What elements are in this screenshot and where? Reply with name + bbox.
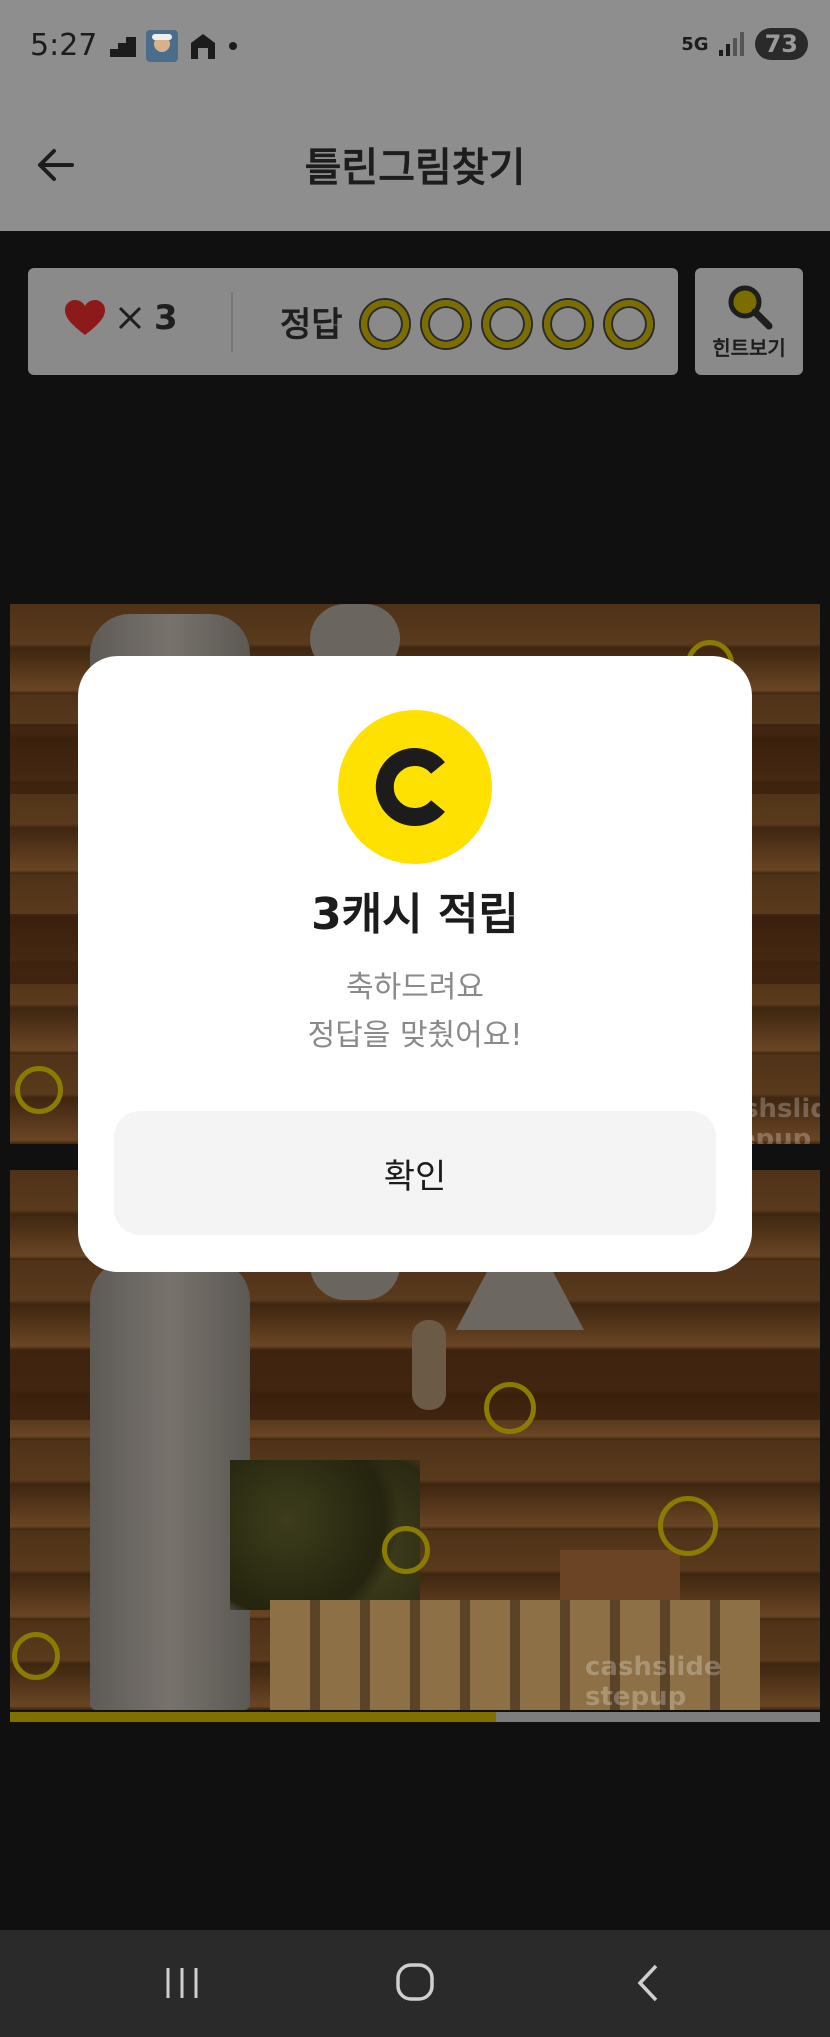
home-icon [191,34,215,59]
multiply-icon [118,306,142,330]
status-bar: 5:27 5G 73 [0,0,830,95]
time-progress-fill [10,1712,496,1722]
answer-slot [605,300,653,348]
signal-icon [718,32,744,56]
answer-slot [361,300,409,348]
answer-slot [544,300,592,348]
lives-indicator: 3 [64,298,178,338]
answer-slot [483,300,531,348]
battery-indicator: 73 [754,28,808,60]
app-header: 틀린그림찾기 [0,95,830,231]
dialog-title: 3캐시 적립 [311,889,519,940]
back-button-icon[interactable] [618,1958,678,2008]
lives-count: 3 [154,298,178,338]
found-marker [12,1632,60,1680]
home-button-icon[interactable] [385,1958,445,2008]
found-marker [484,1382,536,1434]
reward-dialog: 3캐시 적립 축하드려요 정답을 맞췄어요! 확인 [78,656,752,1272]
brush-image [412,1320,446,1410]
game-status-bar: 3 정답 [28,268,678,375]
robe-image [90,1260,250,1710]
time-progress-bar [10,1712,820,1722]
watermark: cashslide stepup [585,1652,722,1710]
found-marker [382,1526,430,1574]
system-nav-bar [0,1930,830,2037]
cash-coin-icon [338,710,492,864]
notification-icons [110,30,238,62]
found-marker [15,1066,63,1114]
network-type: 5G [681,33,709,55]
magnifier-icon [728,285,773,330]
answer-slots [361,300,653,348]
hat-image [456,1270,584,1330]
confirm-button[interactable]: 확인 [114,1111,716,1235]
recent-apps-icon[interactable] [152,1958,212,2008]
answer-slot [422,300,470,348]
status-time: 5:27 [30,28,98,63]
page-title: 틀린그림찾기 [304,145,526,191]
dot-icon [229,42,237,50]
answer-label: 정답 [280,305,343,345]
divider [231,292,233,352]
steps-icon [110,37,136,57]
hint-button[interactable]: 힌트보기 [695,268,803,375]
dialog-message-line1: 축하드려요 [346,970,484,1005]
coin-letter-icon [375,748,445,826]
found-marker [658,1496,718,1556]
hint-label: 힌트보기 [712,336,786,360]
system-icons: 5G 73 [681,28,808,60]
avatar-icon [146,30,178,62]
dialog-message-line2: 정답을 맞췄어요! [307,1018,523,1053]
heart-icon [65,300,105,335]
